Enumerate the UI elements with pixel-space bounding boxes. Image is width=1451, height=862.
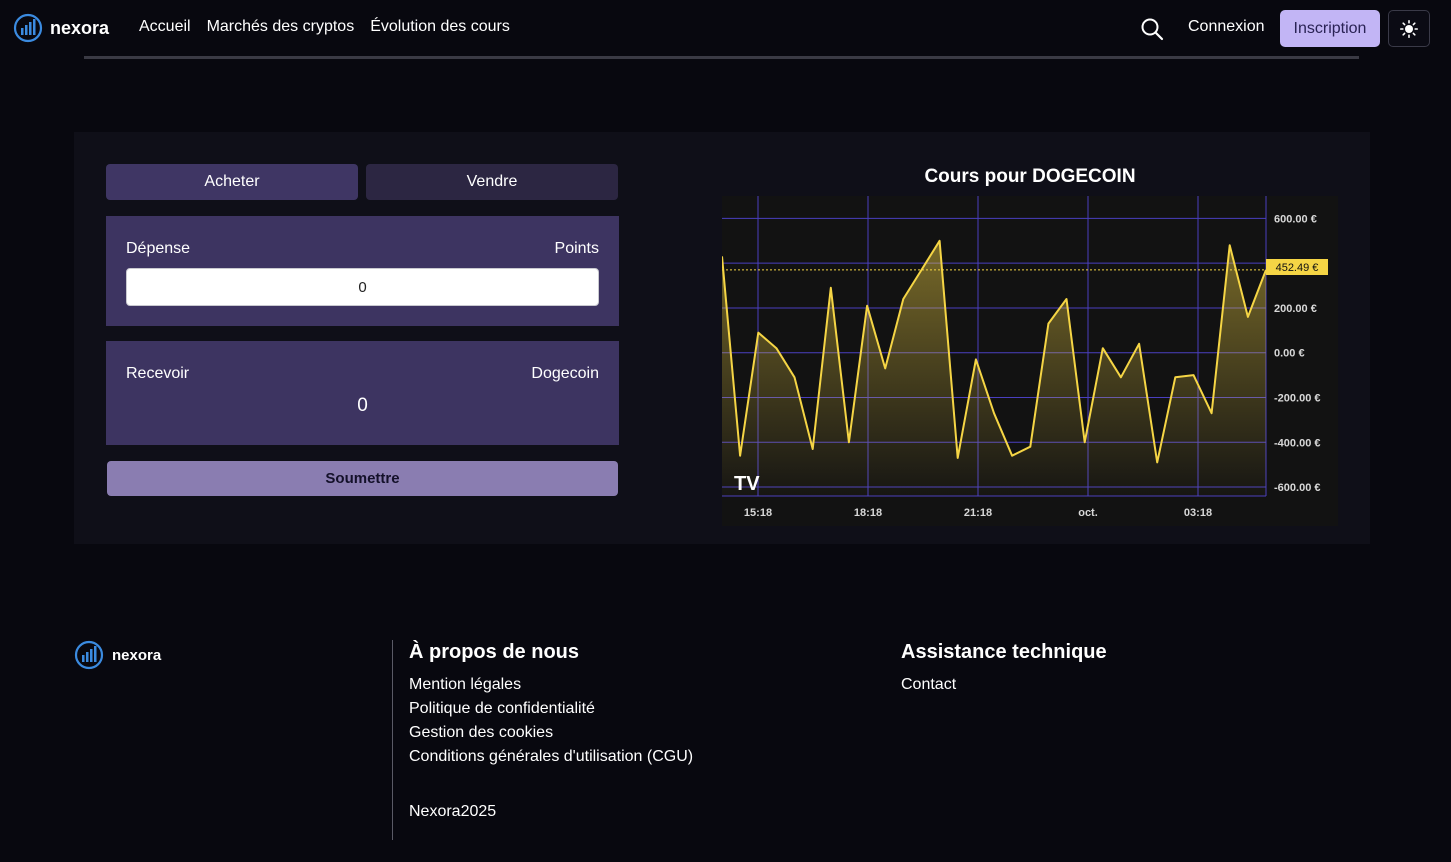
trade-panel: Acheter Vendre Dépense Points Recevoir D… (74, 132, 1370, 544)
footer-support-title: Assistance technique (901, 641, 1107, 663)
tab-sell[interactable]: Vendre (366, 164, 618, 200)
brand-logo[interactable]: nexora (13, 13, 109, 43)
sun-icon (1400, 19, 1418, 38)
tab-buy[interactable]: Acheter (106, 164, 358, 200)
x-tick-label: 21:18 (964, 507, 992, 519)
y-tick-label: 200.00 € (1274, 303, 1317, 315)
x-tick-label: oct. (1078, 507, 1098, 519)
nav-link-accueil[interactable]: Accueil (139, 18, 191, 36)
chart-title: Cours pour DOGECOIN (924, 166, 1136, 187)
receive-amount-value: 0 (357, 395, 368, 416)
signup-button[interactable]: Inscription (1280, 10, 1380, 47)
footer-support-column: Assistance technique Contact (901, 641, 1107, 697)
logo-icon (74, 640, 104, 670)
spend-amount-input[interactable] (126, 268, 599, 306)
footer-brand-logo[interactable]: nexora (74, 640, 161, 670)
main-nav: Accueil Marchés des cryptos Évolution de… (139, 18, 510, 36)
x-tick-label: 03:18 (1184, 507, 1212, 519)
x-tick-label: 18:18 (854, 507, 882, 519)
nav-link-evolution-cours[interactable]: Évolution des cours (370, 18, 510, 36)
price-chart-svg[interactable]: 600.00 €400.00 €200.00 €0.00 €-200.00 €-… (722, 196, 1338, 526)
y-tick-label: 600.00 € (1274, 213, 1317, 225)
receive-box: Recevoir Dogecoin 0 (106, 341, 619, 445)
price-chart[interactable]: 600.00 €400.00 €200.00 €0.00 €-200.00 €-… (722, 196, 1338, 526)
spend-label: Dépense (126, 240, 191, 257)
login-link[interactable]: Connexion (1188, 18, 1265, 36)
y-tick-label: -600.00 € (1274, 482, 1320, 494)
y-tick-label: -200.00 € (1274, 392, 1320, 404)
search-icon (1141, 18, 1164, 41)
y-tick-label: -400.00 € (1274, 437, 1320, 449)
y-tick-label: 0.00 € (1274, 348, 1305, 360)
footer-link-contact[interactable]: Contact (901, 673, 1107, 697)
footer-divider (392, 640, 393, 840)
receive-unit-label: Dogecoin (531, 365, 599, 382)
spend-box: Dépense Points (106, 216, 619, 326)
brand-name: nexora (50, 17, 110, 38)
theme-toggle-button[interactable] (1388, 10, 1430, 47)
logo-icon (13, 13, 43, 43)
footer-copyright: Nexora2025 (409, 803, 497, 820)
spend-unit-label: Points (554, 240, 599, 257)
last-price-label: 452.49 € (1276, 262, 1319, 274)
top-navigation-bar: nexora Accueil Marchés des cryptos Évolu… (0, 0, 1451, 57)
nav-link-marches-cryptos[interactable]: Marchés des cryptos (207, 18, 355, 36)
header-divider (84, 56, 1359, 59)
footer-link-cgu[interactable]: Conditions générales d'utilisation (CGU) (409, 745, 693, 769)
footer-link-mentions-legales[interactable]: Mention légales (409, 673, 693, 697)
receive-label: Recevoir (126, 365, 190, 382)
footer-brand-name: nexora (112, 646, 162, 664)
price-area-fill (722, 240, 1266, 496)
footer-about-title: À propos de nous (409, 641, 579, 663)
tradingview-logo-icon: TV (734, 473, 760, 495)
search-button[interactable] (1140, 17, 1164, 41)
footer-link-confidentialite[interactable]: Politique de confidentialité (409, 697, 693, 721)
footer-about-column: À propos de nous Mention légales Politiq… (409, 641, 693, 769)
submit-button[interactable]: Soumettre (107, 461, 618, 496)
x-tick-label: 15:18 (744, 507, 772, 519)
footer-link-cookies[interactable]: Gestion des cookies (409, 721, 693, 745)
